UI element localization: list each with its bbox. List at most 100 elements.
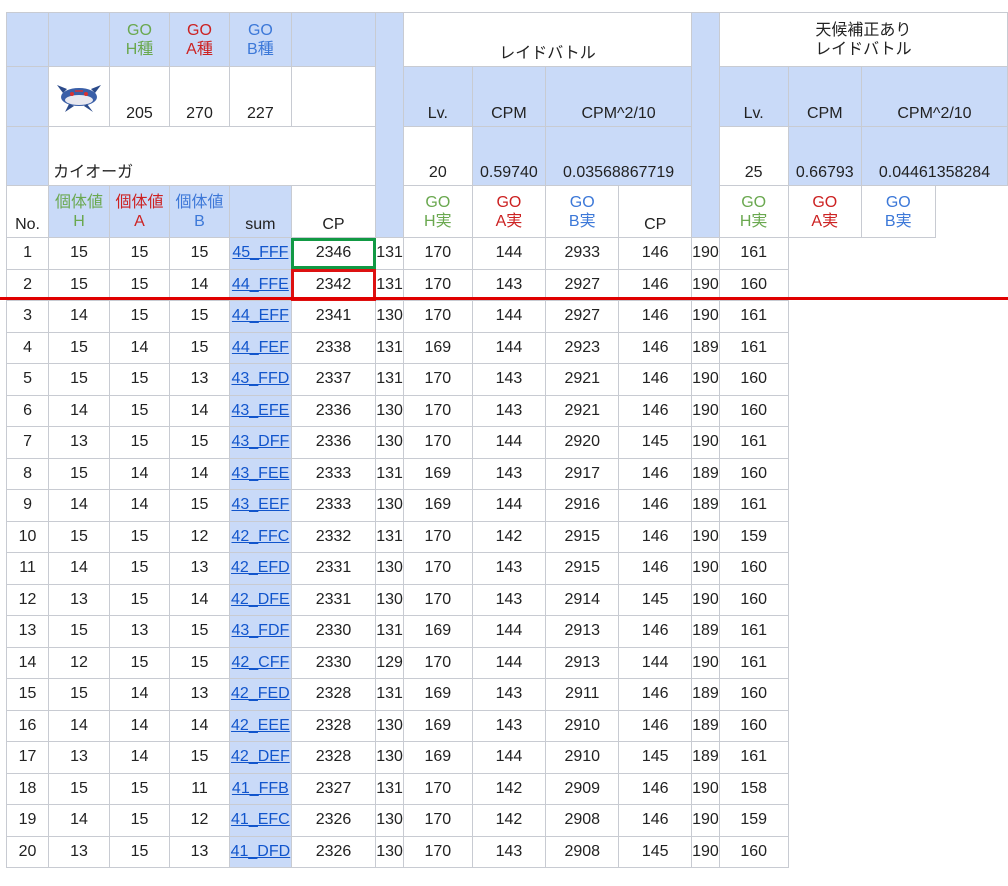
iv-sum-link-text[interactable]: 42_CFF bbox=[231, 654, 289, 671]
iv-b: 14 bbox=[168, 709, 231, 742]
col-iv-a: 個体値 A bbox=[108, 185, 170, 238]
iv-h: 15 bbox=[48, 237, 110, 270]
raid-cp: 2342 bbox=[290, 268, 377, 301]
weather-real-h: 145 bbox=[618, 426, 693, 459]
iv-sum-link[interactable]: 45_FFF bbox=[229, 237, 292, 270]
iv-sum-link-text[interactable]: 43_FDF bbox=[231, 622, 289, 639]
iv-sum-link-text[interactable]: 43_EFE bbox=[231, 402, 289, 419]
iv-sum-link-text[interactable]: 42_FFC bbox=[231, 528, 289, 545]
weather-cp: 2909 bbox=[545, 772, 620, 805]
iv-sum-link-text[interactable]: 42_EEE bbox=[231, 717, 290, 734]
weather-cp: 2910 bbox=[545, 709, 620, 742]
iv-sum-link-text[interactable]: 45_FFF bbox=[232, 244, 288, 261]
iv-sum-link-text[interactable]: 43_DFF bbox=[231, 433, 289, 450]
pokemon-name: カイオーガ bbox=[48, 126, 377, 186]
iv-sum-link[interactable]: 44_FFE bbox=[229, 268, 292, 301]
raid-real-a: 170 bbox=[402, 583, 473, 616]
raid-real-h: 131 bbox=[375, 331, 404, 364]
iv-a: 15 bbox=[108, 268, 170, 301]
raid-real-a: 170 bbox=[402, 394, 473, 427]
header-row-3: カイオーガ 20 0.59740 0.03568867719 25 0.6679… bbox=[5, 126, 1008, 186]
weather-cp: 2920 bbox=[545, 426, 620, 459]
iv-sum-link[interactable]: 43_FFD bbox=[229, 363, 292, 396]
iv-sum-link-text[interactable]: 42_DFE bbox=[231, 591, 290, 608]
iv-sum-link-text[interactable]: 43_FFD bbox=[231, 370, 289, 387]
iv-sum-link[interactable]: 44_EFF bbox=[229, 300, 292, 333]
raid-lv-value: 20 bbox=[402, 126, 473, 186]
raid-cp: 2333 bbox=[290, 457, 377, 490]
iv-sum-link[interactable]: 42_FED bbox=[229, 678, 292, 711]
weather-real-b: 161 bbox=[718, 426, 789, 459]
table-row: 5 15 15 13 43_FFD 2337 131 170 143 2921 146 190 160 bbox=[5, 363, 1008, 396]
raid-real-b: 144 bbox=[471, 426, 547, 459]
iv-sum-link-text[interactable]: 41_FFB bbox=[232, 780, 289, 797]
raid-real-h: 130 bbox=[375, 583, 404, 616]
iv-sum-link[interactable]: 42_FFC bbox=[229, 520, 292, 553]
iv-a: 14 bbox=[108, 709, 170, 742]
iv-h: 14 bbox=[48, 804, 110, 837]
raid-cp: 2331 bbox=[290, 552, 377, 585]
iv-sum-link[interactable]: 42_EEE bbox=[229, 709, 292, 742]
iv-sum-link[interactable]: 44_FEF bbox=[229, 331, 292, 364]
iv-sum-link[interactable]: 43_EEF bbox=[229, 489, 292, 522]
iv-sum-link-text[interactable]: 43_EEF bbox=[231, 496, 289, 513]
weather-real-a: 190 bbox=[691, 552, 720, 585]
iv-sum-link[interactable]: 41_DFD bbox=[229, 835, 292, 868]
column-gap bbox=[691, 12, 720, 238]
table-row: 15 15 14 13 42_FED 2328 131 169 143 2911 146 189 160 bbox=[5, 678, 1008, 711]
weather-real-b: 161 bbox=[718, 300, 789, 333]
iv-sum-link-text[interactable]: 42_DEF bbox=[231, 748, 290, 765]
weather-real-b: 159 bbox=[718, 804, 789, 837]
kyogre-icon bbox=[57, 84, 102, 112]
row-no: 19 bbox=[5, 804, 50, 837]
raid-real-a: 169 bbox=[402, 709, 473, 742]
raid-real-h: 129 bbox=[375, 646, 404, 679]
iv-sum-link[interactable]: 43_EFE bbox=[229, 394, 292, 427]
raid-real-a: 169 bbox=[402, 678, 473, 711]
iv-sum-link-text[interactable]: 44_FFE bbox=[232, 276, 289, 293]
iv-sum-link[interactable]: 43_FDF bbox=[229, 615, 292, 648]
col-cp: CP bbox=[290, 185, 377, 238]
iv-sum-link[interactable]: 43_DFF bbox=[229, 426, 292, 459]
raid-real-h: 130 bbox=[375, 835, 404, 868]
raid-real-h: 131 bbox=[375, 678, 404, 711]
iv-sum-link[interactable]: 43_FEE bbox=[229, 457, 292, 490]
iv-h: 14 bbox=[48, 300, 110, 333]
raid-real-h: 130 bbox=[375, 804, 404, 837]
raid-real-b: 142 bbox=[471, 772, 547, 805]
row-no: 5 bbox=[5, 363, 50, 396]
raid-real-b: 143 bbox=[471, 363, 547, 396]
weather-real-h: 146 bbox=[618, 394, 693, 427]
col-iv-h: 個体値 H bbox=[48, 185, 110, 238]
raid-cp: 2346 bbox=[290, 237, 377, 270]
iv-sum-link[interactable]: 42_DEF bbox=[229, 741, 292, 774]
col-real-h: GO H実 bbox=[402, 185, 473, 238]
iv-h: 13 bbox=[48, 583, 110, 616]
iv-sum-link-text[interactable]: 42_FED bbox=[231, 685, 290, 702]
iv-sum-link[interactable]: 42_DFE bbox=[229, 583, 292, 616]
raid-cpm2-value: 0.03568867719 bbox=[545, 126, 693, 186]
iv-a: 15 bbox=[108, 835, 170, 868]
iv-sum-link-text[interactable]: 43_FEE bbox=[231, 465, 289, 482]
weather-real-a: 190 bbox=[691, 268, 720, 301]
iv-sum-link-text[interactable]: 41_DFD bbox=[231, 843, 291, 860]
weather-real-b: 160 bbox=[718, 552, 789, 585]
iv-sum-link[interactable]: 41_EFC bbox=[229, 804, 292, 837]
raid-real-b: 143 bbox=[471, 552, 547, 585]
iv-h: 13 bbox=[48, 741, 110, 774]
iv-sum-link[interactable]: 42_EFD bbox=[229, 552, 292, 585]
raid-real-b: 143 bbox=[471, 678, 547, 711]
col-weather-real-a: GO A実 bbox=[787, 185, 862, 238]
weather-real-b: 161 bbox=[718, 615, 789, 648]
iv-sum-link[interactable]: 41_FFB bbox=[229, 772, 292, 805]
weather-real-a: 190 bbox=[691, 804, 720, 837]
iv-b: 12 bbox=[168, 520, 231, 553]
raid-real-a: 170 bbox=[402, 363, 473, 396]
iv-sum-link-text[interactable]: 41_EFC bbox=[231, 811, 290, 828]
iv-sum-link-text[interactable]: 42_EFD bbox=[231, 559, 290, 576]
iv-sum-link[interactable]: 42_CFF bbox=[229, 646, 292, 679]
weather-cp: 2908 bbox=[545, 804, 620, 837]
iv-h: 14 bbox=[48, 489, 110, 522]
iv-sum-link-text[interactable]: 44_FEF bbox=[232, 339, 289, 356]
iv-sum-link-text[interactable]: 44_EFF bbox=[232, 307, 289, 324]
